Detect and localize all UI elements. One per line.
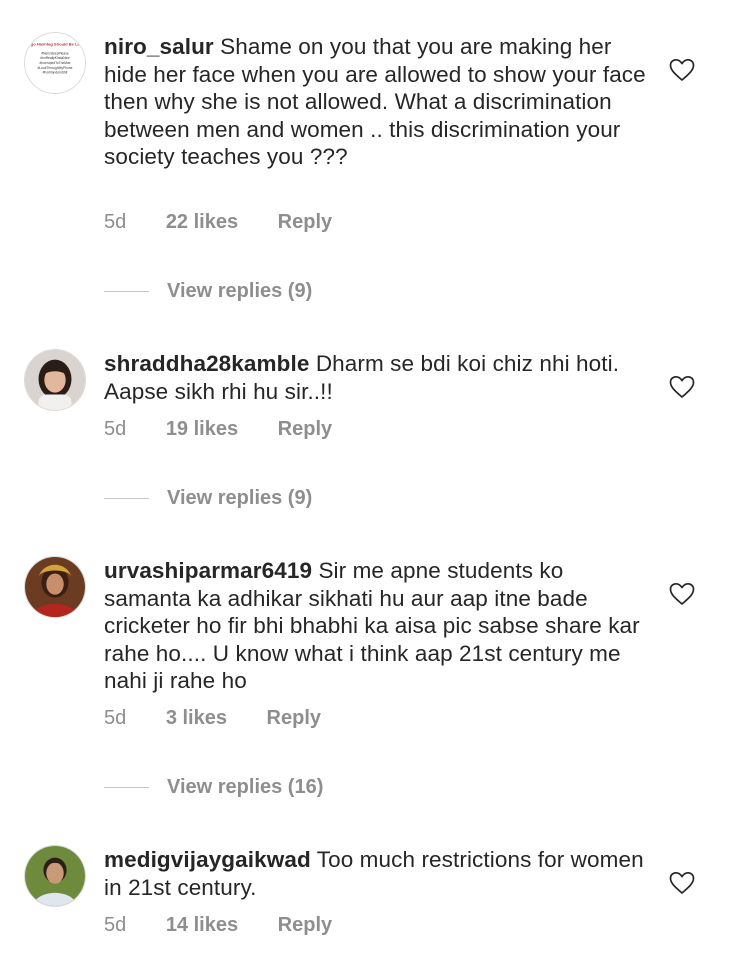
comment-time: 5d — [104, 418, 127, 440]
view-replies-label: View replies (9) — [167, 280, 313, 302]
comment-body: niro_salur Shame on you that you are mak… — [104, 33, 649, 171]
comment-username[interactable]: urvashiparmar6419 — [104, 558, 312, 583]
avatar-line: #ForRandomShit — [43, 71, 68, 75]
likes-count[interactable]: 19 likes — [166, 418, 238, 441]
likes-count[interactable]: 3 likes — [166, 707, 227, 730]
avatar[interactable] — [24, 845, 86, 907]
avatar-title-text: Virgo Hashtag Should Be Like: — [25, 42, 84, 47]
comment-body: medigvijaygaikwad Too much restrictions … — [104, 846, 649, 901]
view-replies-button[interactable]: View replies (9) — [104, 487, 312, 510]
comment-meta: 5d 3 likes Reply — [104, 707, 321, 730]
reply-button[interactable]: Reply — [278, 211, 332, 234]
heart-icon[interactable] — [669, 375, 695, 399]
comment-meta: 5d 19 likes Reply — [104, 418, 332, 441]
view-replies-button[interactable]: View replies (16) — [104, 776, 323, 799]
heart-icon[interactable] — [669, 58, 695, 82]
divider-line — [104, 787, 149, 788]
heart-icon[interactable] — [669, 871, 695, 895]
comment-meta: 5d 14 likes Reply — [104, 914, 332, 937]
heart-icon[interactable] — [669, 582, 695, 606]
avatar-line: #NeroSleepPlease — [41, 51, 69, 55]
view-replies-label: View replies (16) — [167, 776, 324, 798]
divider-line — [104, 498, 149, 499]
comment-time: 5d — [104, 707, 127, 729]
avatar-text-image: Virgo Hashtag Should Be Like: #NeroSleep… — [25, 33, 85, 93]
reply-button[interactable]: Reply — [278, 418, 332, 441]
avatar[interactable] — [24, 349, 86, 411]
avatar-photo — [25, 557, 85, 617]
comment-username[interactable]: niro_salur — [104, 34, 214, 59]
view-replies-button[interactable]: View replies (9) — [104, 280, 312, 303]
avatar-photo — [25, 846, 85, 906]
comment-time: 5d — [104, 211, 127, 233]
reply-button[interactable]: Reply — [278, 914, 332, 937]
comment-meta: 5d 22 likes Reply — [104, 211, 332, 234]
avatar[interactable]: Virgo Hashtag Should Be Like: #NeroSleep… — [24, 32, 86, 94]
avatar-photo — [25, 350, 85, 410]
comment-time: 5d — [104, 914, 127, 936]
divider-line — [104, 291, 149, 292]
comment-body: urvashiparmar6419 Sir me apne students k… — [104, 557, 649, 695]
avatar-line: #IcorrupedToTheMax — [39, 61, 70, 65]
avatar[interactable] — [24, 556, 86, 618]
comment-username[interactable]: shraddha28kamble — [104, 351, 309, 376]
reply-button[interactable]: Reply — [267, 707, 321, 730]
likes-count[interactable]: 22 likes — [166, 211, 238, 234]
view-replies-label: View replies (9) — [167, 487, 313, 509]
likes-count[interactable]: 14 likes — [166, 914, 238, 937]
comment-body: shraddha28kamble Dharm se bdi koi chiz n… — [104, 350, 649, 405]
avatar-line: #LookThroughMyPhone — [37, 66, 72, 70]
comment-username[interactable]: medigvijaygaikwad — [104, 847, 311, 872]
avatar-line: #ImReallyKindaNice — [40, 56, 70, 60]
